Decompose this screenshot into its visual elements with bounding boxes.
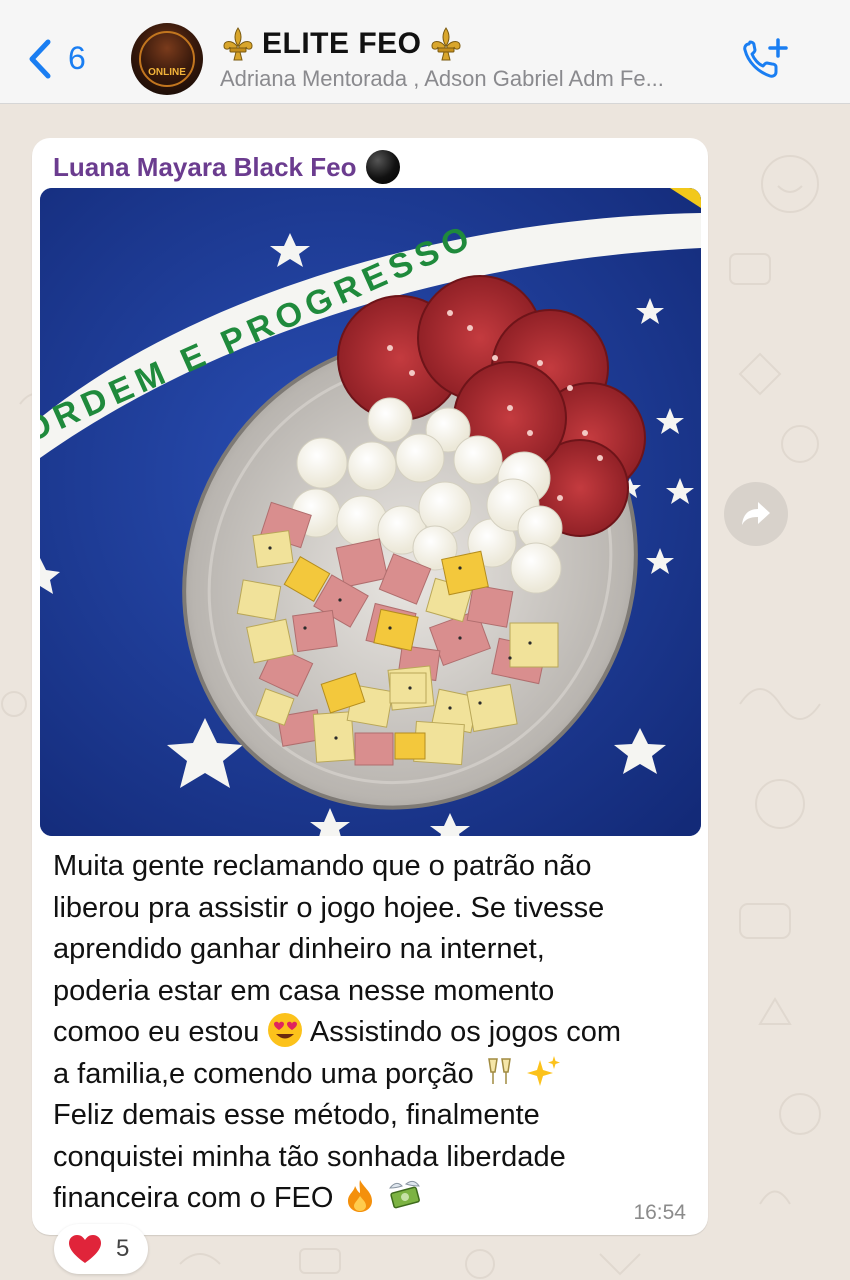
fire-icon [347, 1180, 372, 1212]
group-avatar[interactable]: ONLINE [131, 23, 203, 95]
heart-eyes-emoji-icon [268, 1013, 303, 1047]
message-photo[interactable]: ORDEM E PROGRESSO [40, 188, 701, 836]
fleur-de-lis-icon [223, 27, 253, 61]
message-text: Muita gente reclamando que o patrão não … [53, 850, 621, 1214]
fleur-de-lis-icon [431, 27, 461, 61]
message-bubble[interactable]: Luana Mayara Black Feo ORDEM E PROGRESSO… [32, 138, 708, 1235]
reaction-count: 5 [116, 1235, 130, 1262]
reaction-pill[interactable]: 5 [54, 1224, 148, 1274]
group-members[interactable]: Adriana Mentorada , Adson Gabriel Adm Fe… [220, 66, 664, 92]
avatar-text: ONLINE [148, 67, 186, 78]
back-unread-count[interactable]: 6 [68, 40, 86, 77]
sender-name[interactable]: Luana Mayara Black Feo [53, 150, 401, 184]
message-time: 16:54 [633, 1201, 686, 1224]
clinking-glasses-icon [487, 1057, 511, 1084]
photo-image: ORDEM E PROGRESSO [40, 188, 701, 836]
forward-icon [742, 502, 770, 525]
heart-icon [69, 1235, 101, 1263]
chat-area[interactable]: Luana Mayara Black Feo ORDEM E PROGRESSO… [0, 104, 850, 1280]
chevron-left-icon[interactable] [22, 38, 62, 80]
money-with-wings-icon [388, 1180, 420, 1209]
forward-button[interactable] [724, 482, 788, 546]
chat-header: 6 ONLINE ELITE FEO Adriana Mentorada , A… [0, 0, 850, 104]
phone-add-icon[interactable] [740, 36, 790, 82]
black-circle-emoji [366, 150, 401, 184]
sparkles-icon [526, 1055, 560, 1086]
group-title-row[interactable]: ELITE FEO [220, 24, 464, 64]
group-title: ELITE FEO [262, 27, 422, 60]
